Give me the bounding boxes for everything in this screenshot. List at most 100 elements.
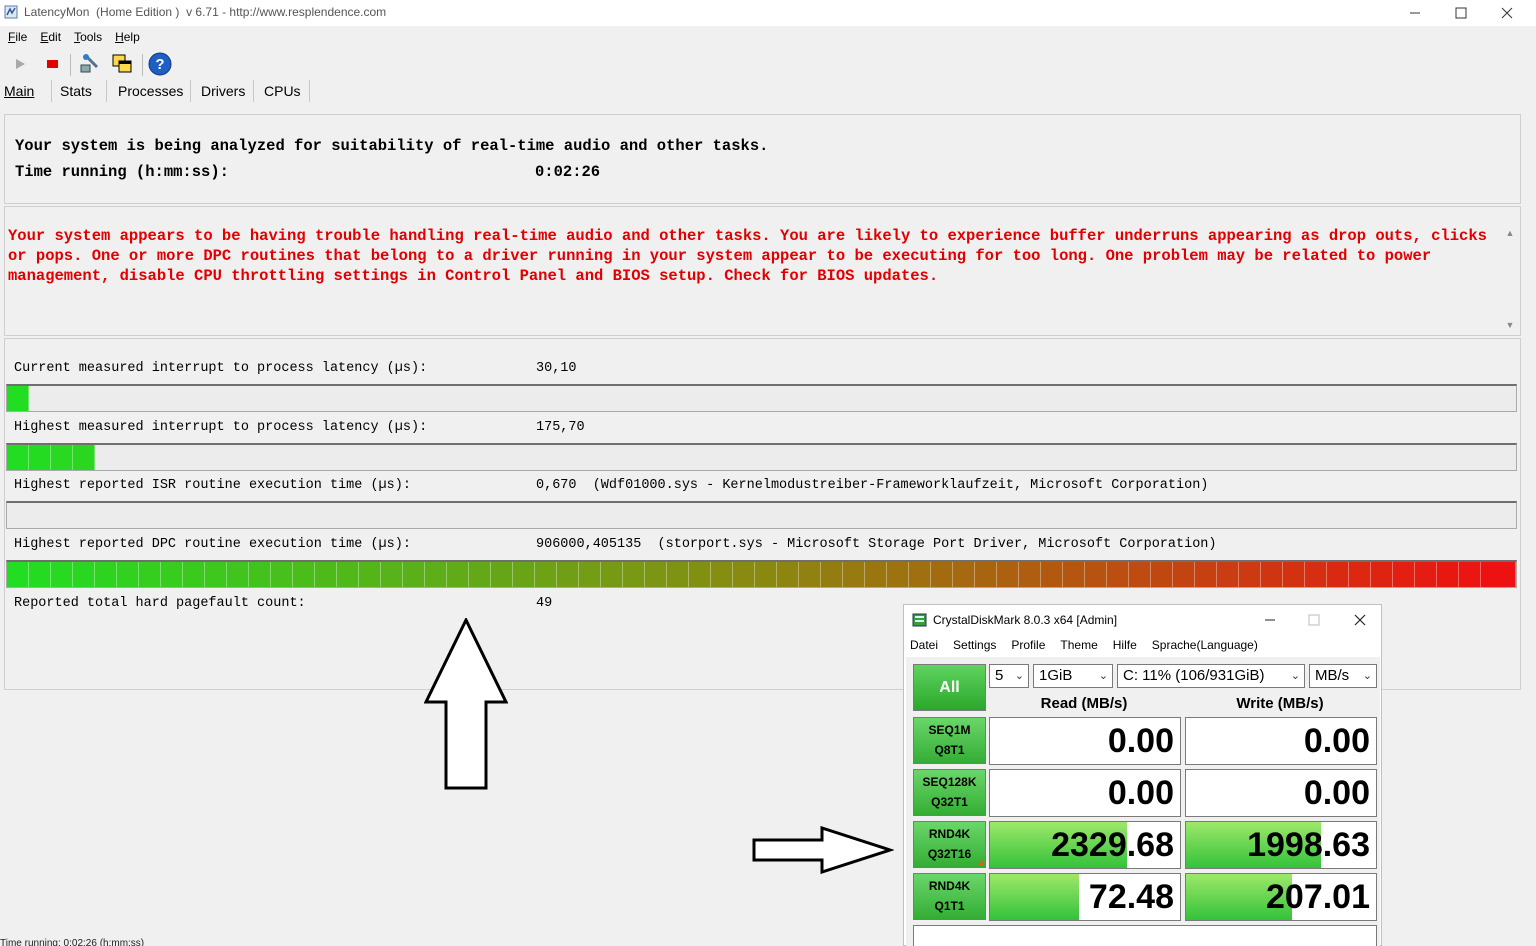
bar-segment (557, 562, 579, 587)
bar-segment (7, 562, 29, 587)
comment-field[interactable] (913, 925, 1377, 946)
seq1m-read-value: 0.00 (1107, 722, 1174, 760)
seq1m-write-result: 0.00 (1185, 717, 1377, 765)
test-count-select[interactable]: 5 ⌄ (989, 664, 1029, 688)
bar-segment (161, 562, 183, 587)
analysis-status-panel (4, 114, 1521, 204)
seq128k-write-value: 0.00 (1303, 774, 1370, 812)
dpc-time-bar-fill (7, 562, 1516, 587)
minimize-button[interactable] (1392, 0, 1438, 26)
crystaldiskmark-window: CrystalDiskMark 8.0.3 x64 [Admin] Datei … (903, 604, 1382, 946)
start-button[interactable] (8, 52, 32, 76)
tab-drivers[interactable]: Drivers (191, 80, 254, 102)
cdm-close-button[interactable] (1338, 607, 1382, 633)
cdm-menu-language[interactable]: Sprache(Language) (1152, 638, 1258, 652)
bar-segment (51, 562, 73, 587)
bar-segment (271, 562, 293, 587)
test-queue: Q32T16 (927, 847, 972, 861)
test-size-select[interactable]: 1GiB ⌄ (1033, 664, 1113, 688)
bar-segment (909, 562, 931, 587)
maximize-button[interactable] (1438, 0, 1484, 26)
cdm-minimize-button[interactable] (1248, 607, 1292, 633)
rnd4k-q1t1-write-result: 207.01 (1185, 873, 1377, 921)
bar-segment (95, 562, 117, 587)
bar-segment (645, 562, 667, 587)
bar-segment (997, 562, 1019, 587)
tab-main[interactable]: Main (0, 80, 52, 102)
rnd4k-q32t16-read-value: 2329.68 (1051, 826, 1174, 864)
time-running-label: Time running (h:mm:ss): (15, 163, 229, 181)
bar-segment (469, 562, 491, 587)
bar-segment (227, 562, 249, 587)
bar-segment (29, 562, 51, 587)
run-all-button[interactable]: All (913, 664, 986, 711)
rnd4k-q1t1-write-value: 207.01 (1266, 878, 1370, 916)
close-button[interactable] (1484, 0, 1530, 26)
cdm-menu-settings[interactable]: Settings (953, 638, 996, 652)
tab-stats[interactable]: Stats (52, 80, 107, 102)
test-queue: Q32T1 (931, 795, 968, 809)
bar-segment (865, 562, 887, 587)
bar-segment (799, 562, 821, 587)
menu-tools[interactable]: Tools (66, 28, 107, 48)
drive-select[interactable]: C: 11% (106/931GiB) ⌄ (1117, 664, 1305, 688)
cdm-menu-theme[interactable]: Theme (1060, 638, 1097, 652)
seq1m-write-value: 0.00 (1303, 722, 1370, 760)
bar-segment (249, 562, 271, 587)
desktop: LatencyMon (Home Edition ) v 6.71 - http… (0, 0, 1536, 946)
unit-value: MB/s (1315, 667, 1350, 684)
rnd4k-q1t1-test-button[interactable]: RND4K Q1T1 (913, 873, 986, 920)
bar-segment (579, 562, 601, 587)
close-icon (1501, 7, 1513, 19)
bar-segment (183, 562, 205, 587)
bar-segment (447, 562, 469, 587)
bar-segment (777, 562, 799, 587)
cdm-menu-profile[interactable]: Profile (1011, 638, 1045, 652)
cdm-menu-datei[interactable]: Datei (910, 638, 938, 652)
isr-time-value: 0,670 (Wdf01000.sys - Kernelmodustreiber… (536, 478, 1209, 493)
bar-segment (51, 445, 73, 470)
test-name: SEQ1M (928, 723, 971, 737)
maximize-icon (1308, 614, 1320, 626)
menu-edit[interactable]: Edit (32, 28, 66, 48)
unit-select[interactable]: MB/s ⌄ (1309, 664, 1377, 688)
bar-segment (359, 562, 381, 587)
scroll-down-arrow[interactable]: ▼ (1504, 320, 1516, 332)
menu-help[interactable]: Help (107, 28, 145, 48)
rnd4k-q1t1-read-result: 72.48 (989, 873, 1181, 921)
chevron-down-icon: ⌄ (1014, 670, 1024, 682)
toolbar-separator (70, 54, 71, 76)
dpc-time-value: 906000,405135 (storport.sys - Microsoft … (536, 537, 1217, 552)
menubar: File Edit Tools Help (0, 28, 145, 48)
seq1m-test-button[interactable]: SEQ1M Q8T1 (913, 717, 986, 764)
stop-icon (47, 60, 58, 68)
bar-segment (755, 562, 777, 587)
cdm-menubar: Datei Settings Profile Theme Hilfe Sprac… (910, 638, 1273, 652)
help-icon: ? (148, 52, 172, 76)
bar-segment (117, 562, 139, 587)
cdm-maximize-button[interactable] (1292, 607, 1336, 633)
windows-button[interactable] (110, 52, 134, 76)
current-latency-bar (6, 384, 1517, 412)
tab-cpus[interactable]: CPUs (254, 80, 310, 102)
menu-file[interactable]: File (0, 28, 32, 48)
latencymon-titlebar[interactable]: LatencyMon (Home Edition ) v 6.71 - http… (0, 0, 1536, 26)
bar-segment (1459, 562, 1481, 587)
seq128k-test-button[interactable]: SEQ128K Q32T1 (913, 769, 986, 816)
dpc-time-label: Highest reported DPC routine execution t… (14, 537, 411, 552)
tab-processes[interactable]: Processes (107, 80, 191, 102)
bar-segment (29, 445, 51, 470)
test-name: SEQ128K (922, 775, 977, 789)
tools-button[interactable] (78, 52, 102, 76)
toolbar-separator (142, 54, 143, 76)
drive-value: C: 11% (106/931GiB) (1123, 667, 1265, 684)
cdm-menu-hilfe[interactable]: Hilfe (1113, 638, 1137, 652)
warning-message: Your system appears to be having trouble… (8, 227, 1487, 285)
bar-segment (1239, 562, 1261, 587)
bar-segment (1019, 562, 1041, 587)
bar-segment (711, 562, 733, 587)
rnd4k-q32t16-test-button[interactable]: RND4K Q32T16 (913, 821, 986, 868)
stop-button[interactable] (40, 52, 64, 76)
scroll-up-arrow[interactable]: ▲ (1504, 228, 1516, 240)
help-button[interactable]: ? (148, 52, 172, 76)
